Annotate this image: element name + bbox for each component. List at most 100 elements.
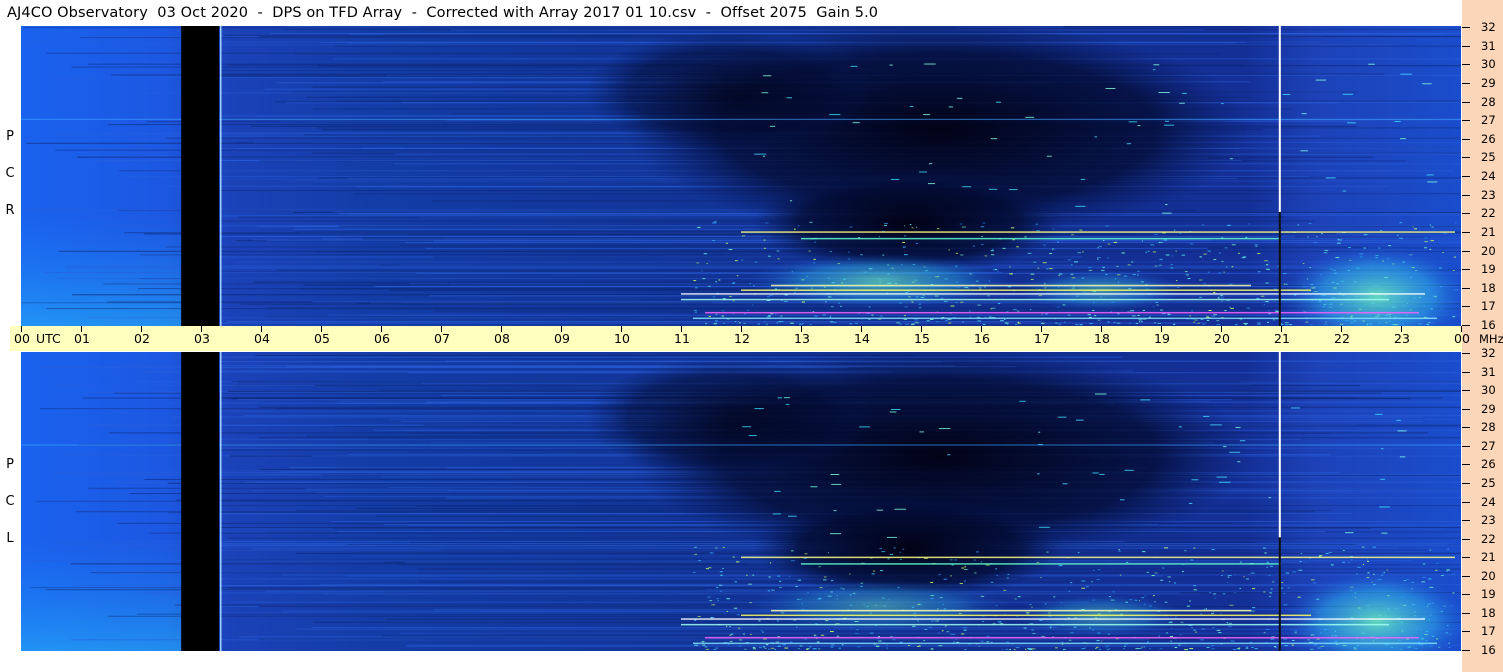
speckle [1082, 251, 1084, 253]
speckle [1297, 224, 1299, 226]
speckle [1108, 648, 1110, 650]
speckle [980, 244, 984, 246]
streak [79, 37, 726, 39]
dash [1182, 92, 1187, 94]
speckle [738, 322, 741, 324]
dash [1342, 190, 1347, 192]
dash [1137, 125, 1141, 127]
speckle [695, 287, 698, 289]
dash [1038, 431, 1041, 433]
speckle [1096, 640, 1100, 642]
speckle [741, 235, 746, 237]
speckle [748, 583, 752, 585]
speckle [721, 310, 725, 312]
lcp-freq-tick [1462, 372, 1470, 373]
speckle [1226, 622, 1229, 624]
speckle [880, 570, 883, 572]
speckle [722, 567, 724, 569]
speckle [909, 224, 912, 226]
streak [328, 314, 1426, 316]
dash [1397, 430, 1407, 432]
speckle [1259, 323, 1261, 325]
speckle [812, 648, 817, 650]
streak [46, 308, 834, 310]
speckle [1071, 264, 1073, 266]
speckle [1009, 273, 1013, 275]
speckle [752, 574, 755, 576]
streak [140, 546, 1360, 548]
speckle [1159, 264, 1162, 266]
speckle [883, 225, 888, 227]
lcp-freq-tick [1462, 576, 1470, 577]
speckle [962, 627, 967, 629]
speckle [813, 241, 817, 243]
dash [962, 186, 972, 188]
speckle [1144, 595, 1147, 597]
dash [1075, 205, 1086, 207]
speckle [1097, 247, 1100, 249]
speckle [907, 645, 910, 647]
speckle [1159, 648, 1163, 650]
dash [995, 101, 1001, 103]
speckle [1435, 569, 1438, 571]
lcp-freq-tick [1462, 557, 1470, 558]
speckle [750, 633, 752, 635]
speckle [903, 314, 907, 316]
speckle [1089, 323, 1093, 325]
speckle [823, 576, 827, 578]
speckle [722, 546, 725, 548]
speckle [765, 644, 769, 646]
speckle [1199, 256, 1202, 258]
speckle [946, 631, 950, 633]
speckle [953, 641, 955, 643]
speckle [1052, 228, 1055, 230]
speckle [1105, 225, 1109, 227]
speckle [777, 575, 781, 577]
speckle [1184, 271, 1188, 273]
speckle [1265, 301, 1269, 303]
time-tick-label: 21 [1274, 331, 1290, 346]
speckle [904, 225, 906, 227]
speckle [1193, 547, 1196, 549]
speckle [830, 321, 834, 323]
lcp-freq-tick-label: 29 [1481, 402, 1496, 416]
interference-line [801, 237, 1281, 240]
speckle [1330, 564, 1334, 566]
lcp-freq-tick [1462, 613, 1470, 614]
speckle [1424, 247, 1428, 249]
speckle [943, 578, 948, 580]
speckle [1414, 228, 1417, 230]
dash [1124, 469, 1134, 471]
dash [1075, 419, 1084, 421]
speckle [1116, 322, 1121, 324]
speckle [1030, 273, 1035, 275]
lcp-freq-tick [1462, 353, 1470, 354]
rcp-freq-tick [1462, 195, 1470, 196]
speckle [1079, 229, 1083, 231]
rcp-freq-tick [1462, 251, 1470, 252]
speckle [1179, 634, 1182, 636]
speckle [938, 574, 941, 576]
speckle [712, 222, 717, 224]
speckle [1319, 555, 1323, 557]
dash [1230, 158, 1233, 160]
dash [1163, 124, 1175, 126]
speckle [949, 559, 953, 561]
speckle [1424, 237, 1428, 239]
speckle [1027, 252, 1032, 254]
speckle [1214, 597, 1217, 599]
speckle [1446, 570, 1448, 572]
speckle [1074, 261, 1078, 263]
speckle [717, 600, 719, 602]
speckle [723, 322, 725, 324]
speckle [875, 645, 880, 647]
speckle [1051, 248, 1055, 250]
speckle [1169, 581, 1171, 583]
lcp-freq-tick-label: 22 [1481, 532, 1496, 546]
speckle [1201, 628, 1206, 630]
speckle [714, 647, 719, 649]
speckle [1276, 318, 1278, 320]
rcp-freq-tick-label: 21 [1481, 225, 1496, 239]
dash [1315, 79, 1327, 81]
lcp-freq-tick [1462, 446, 1470, 447]
